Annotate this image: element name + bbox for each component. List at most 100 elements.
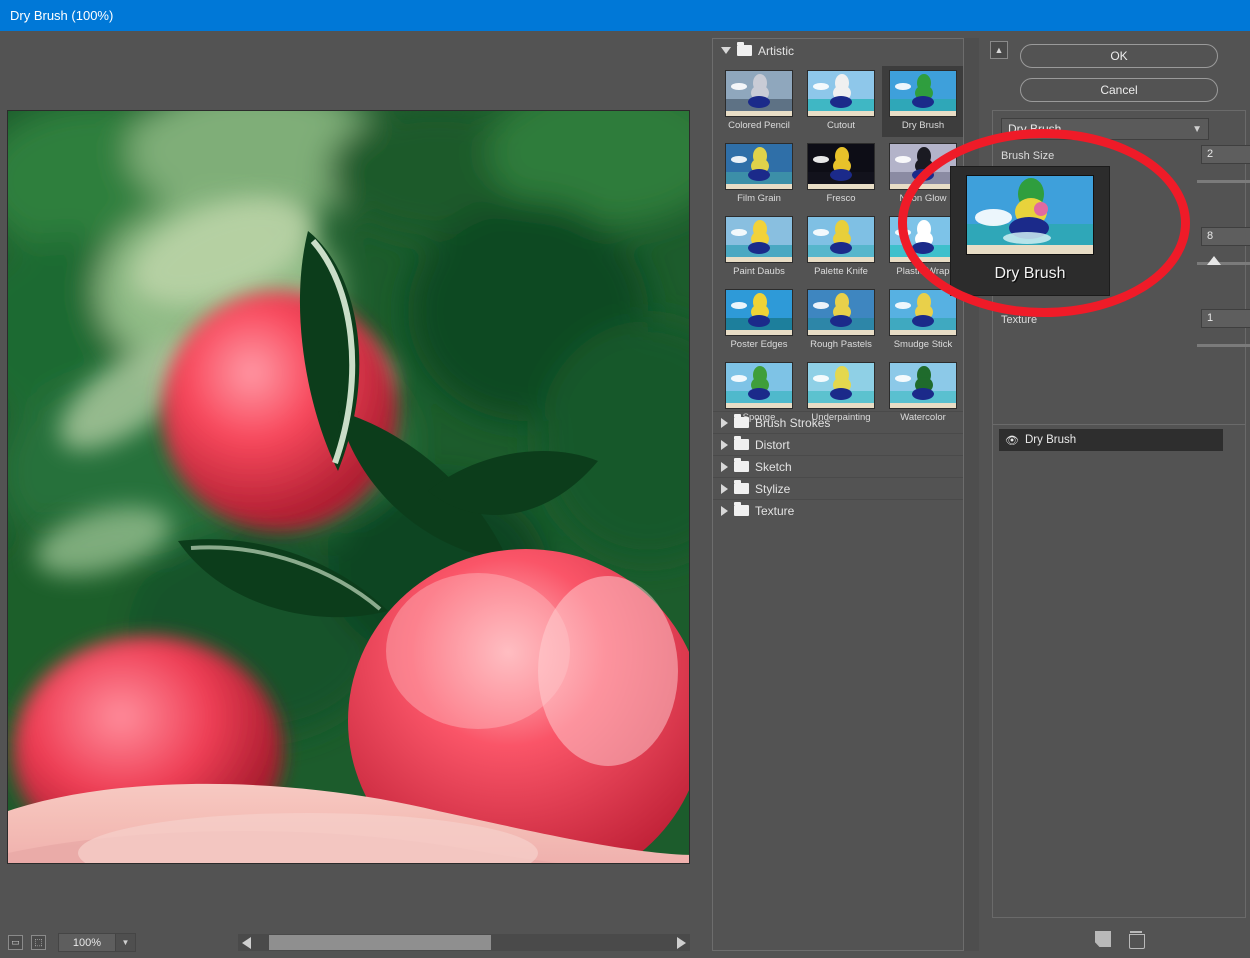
zoom-level-value: 100%: [59, 937, 115, 949]
thumb-sailboat: [808, 144, 875, 190]
filter-thumb-label: Fresco: [826, 193, 855, 204]
folder-icon: [734, 461, 749, 472]
filter-thumb-label: Film Grain: [737, 193, 781, 204]
folder-icon: [734, 439, 749, 450]
filter-thumb-colored-pencil[interactable]: Colored Pencil: [718, 66, 800, 137]
param-value-input[interactable]: 8: [1201, 227, 1250, 246]
category-row-stylize[interactable]: Stylize: [713, 477, 978, 499]
filter-thumb-image: [807, 143, 875, 190]
filter-thumb-poster-edges[interactable]: Poster Edges: [718, 285, 800, 356]
collapsed-category-list: Brush Strokes Distort Sketch StylizeTexture: [713, 411, 978, 521]
eye-icon[interactable]: 👁: [999, 434, 1025, 447]
filter-thumb-image: [889, 70, 957, 117]
category-row-texture[interactable]: Texture: [713, 499, 978, 521]
apple-painting: [8, 111, 690, 864]
zoom-level-select[interactable]: 100% ▼: [58, 933, 136, 952]
ok-button[interactable]: OK: [1020, 44, 1218, 68]
folder-icon: [734, 483, 749, 494]
filter-thumbnail-grid: Colored Pencil Cutout Dry Brush Film Grain F…: [713, 62, 978, 431]
category-header-artistic[interactable]: Artistic: [713, 39, 978, 62]
filter-thumb-image: [725, 216, 793, 263]
triangle-right-icon[interactable]: [721, 484, 728, 494]
scrollbar-thumb[interactable]: [269, 935, 491, 950]
triangle-right-icon[interactable]: [721, 418, 728, 428]
param-label: Brush Size: [1001, 150, 1209, 162]
filter-thumb-image: [807, 362, 875, 409]
triangle-right-icon[interactable]: [721, 506, 728, 516]
zoom-out-button[interactable]: ▭: [8, 935, 23, 950]
double-chevron-up-icon[interactable]: ▲: [990, 41, 1008, 59]
layer-name: Dry Brush: [1025, 434, 1076, 446]
folder-icon: [734, 505, 749, 516]
filter-thumb-fresco[interactable]: Fresco: [800, 139, 882, 210]
filter-thumb-label: Colored Pencil: [728, 120, 790, 131]
image-preview[interactable]: [7, 110, 690, 864]
thumb-sailboat: [726, 144, 793, 190]
category-label: Distort: [755, 438, 790, 452]
filter-thumb-palette-knife[interactable]: Palette Knife: [800, 212, 882, 283]
scroll-right-button[interactable]: [673, 934, 690, 951]
param-label: Texture: [1001, 314, 1209, 326]
thumb-sailboat: [890, 290, 957, 336]
category-row-distort[interactable]: Distort: [713, 433, 978, 455]
folder-icon: [737, 45, 752, 56]
triangle-right-icon: [677, 937, 686, 949]
filter-thumb-image: [807, 216, 875, 263]
cancel-button[interactable]: Cancel: [1020, 78, 1218, 102]
param-slider-thumb[interactable]: [1207, 256, 1221, 265]
window-title-bar: Dry Brush (100%): [0, 0, 1250, 31]
chevron-down-icon[interactable]: ▼: [115, 934, 135, 951]
filter-thumb-image: [725, 70, 793, 117]
filter-gallery-panel: Artistic Colored Pencil Cutout Dry Brush Fi…: [712, 38, 979, 951]
category-label: Brush Strokes: [755, 416, 830, 430]
filter-thumb-label: Cutout: [827, 120, 855, 131]
filter-thumb-label: Paint Daubs: [733, 266, 785, 277]
param-slider-track[interactable]: [1197, 180, 1250, 183]
category-row-brush-strokes[interactable]: Brush Strokes: [713, 411, 978, 433]
filter-thumb-image: [889, 143, 957, 190]
param-slider-track[interactable]: [1197, 262, 1250, 265]
filter-thumb-image: [889, 216, 957, 263]
filter-thumb-image: [889, 362, 957, 409]
window-title: Dry Brush (100%): [10, 8, 113, 23]
preview-pane: [0, 31, 706, 927]
thumb-sailboat: [726, 363, 793, 409]
thumb-sailboat: [808, 290, 875, 336]
category-row-sketch[interactable]: Sketch: [713, 455, 978, 477]
param-value-input[interactable]: 1: [1201, 309, 1250, 328]
filter-thumb-image: [807, 289, 875, 336]
trash-icon[interactable]: [1129, 931, 1143, 947]
filter-thumb-film-grain[interactable]: Film Grain: [718, 139, 800, 210]
filter-thumb-paint-daubs[interactable]: Paint Daubs: [718, 212, 800, 283]
thumb-sailboat: [808, 71, 875, 117]
list-item[interactable]: 👁 Dry Brush: [999, 429, 1223, 451]
scroll-left-button[interactable]: [238, 934, 255, 951]
filter-thumb-label: Plastic Wrap: [896, 266, 949, 277]
thumb-sailboat: [726, 217, 793, 263]
thumb-sailboat: [808, 363, 875, 409]
preview-horizontal-scrollbar[interactable]: [238, 934, 690, 951]
param-slider-track[interactable]: [1197, 344, 1250, 347]
filter-thumb-cutout[interactable]: Cutout: [800, 66, 882, 137]
filter-thumb-dry-brush[interactable]: Dry Brush: [882, 66, 964, 137]
folder-icon: [734, 417, 749, 428]
new-effect-layer-icon[interactable]: [1095, 931, 1111, 947]
filter-thumb-label: Palette Knife: [814, 266, 868, 277]
param-brush-size: Brush Size 2: [1001, 150, 1209, 162]
thumb-sailboat: [890, 71, 957, 117]
zoom-in-button[interactable]: ⬚: [31, 935, 46, 950]
triangle-right-icon[interactable]: [721, 462, 728, 472]
category-label: Artistic: [758, 44, 794, 58]
filter-thumb-rough-pastels[interactable]: Rough Pastels: [800, 285, 882, 356]
chevron-down-icon[interactable]: ▼: [1192, 124, 1202, 135]
thumb-sailboat: [890, 144, 957, 190]
triangle-right-icon[interactable]: [721, 440, 728, 450]
zoom-in-icon: ⬚: [34, 938, 43, 947]
filter-select[interactable]: Dry Brush ▼: [1001, 118, 1209, 140]
triangle-left-icon: [242, 937, 251, 949]
param-value-input[interactable]: 2: [1201, 145, 1250, 164]
triangle-down-icon[interactable]: [721, 47, 731, 54]
thumb-sailboat: [890, 363, 957, 409]
category-label: Sketch: [755, 460, 792, 474]
filter-select-value: Dry Brush: [1008, 122, 1192, 136]
